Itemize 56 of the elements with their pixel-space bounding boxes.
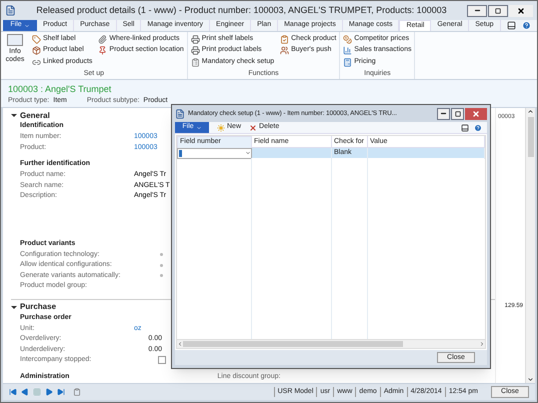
app-icon: [175, 108, 185, 118]
info-codes-icon: [7, 34, 23, 46]
caret-icon: [196, 124, 202, 130]
tag-icon: [32, 34, 41, 44]
previous-record-icon[interactable]: [21, 388, 29, 396]
maximize-icon: [454, 110, 460, 116]
checkbox[interactable]: [158, 356, 166, 364]
clipboard-icon: [190, 58, 200, 66]
help-icon[interactable]: [522, 21, 531, 30]
maximize-button[interactable]: [451, 108, 464, 120]
scroll-right-icon[interactable]: [479, 341, 485, 347]
panel-icon[interactable]: [507, 21, 516, 30]
close-button[interactable]: [509, 4, 533, 16]
section-title[interactable]: Purchase: [20, 301, 56, 313]
link-icon: [32, 58, 41, 66]
expanded-triangle-icon[interactable]: [11, 306, 17, 308]
minimize-icon: [440, 110, 447, 117]
last-record-icon[interactable]: [57, 388, 65, 396]
maximize-button[interactable]: [488, 4, 508, 16]
maximize-icon: [495, 8, 501, 14]
printer-icon: [190, 46, 200, 55]
record-title: 100003 : Angel'S Trumpet: [8, 83, 112, 95]
vertical-scrollbar[interactable]: [525, 108, 535, 383]
panel-icon[interactable]: [461, 124, 469, 132]
package-icon: [32, 46, 41, 55]
text-cursor: [179, 150, 182, 157]
minimize-button[interactable]: [437, 108, 450, 120]
expanded-triangle-icon[interactable]: [11, 114, 17, 117]
calculator-icon: [343, 58, 352, 66]
horizontal-scrollbar[interactable]: [177, 339, 485, 348]
minimize-icon: [474, 7, 480, 14]
printer-icon: [190, 34, 200, 44]
close-icon: [472, 110, 480, 118]
chart-icon: [343, 46, 352, 55]
help-icon[interactable]: [474, 124, 482, 132]
window-title: Released product details (1 - www) - Product number: 100003, ANGEL'S TRUMPET, Products: 100003: [35, 4, 448, 17]
paperclip-icon: [98, 34, 108, 44]
clipboard-icon[interactable]: [73, 388, 81, 396]
scroll-up-icon[interactable]: [527, 108, 534, 115]
delete-icon: [249, 124, 258, 132]
people-icon: [280, 46, 290, 55]
scroll-left-icon[interactable]: [177, 341, 183, 347]
clipboard-check-icon: [280, 34, 290, 44]
caret-icon: [24, 22, 30, 28]
app-icon: [5, 5, 16, 16]
first-record-icon[interactable]: [9, 388, 17, 396]
section-title[interactable]: General: [20, 110, 50, 122]
pin-icon: [98, 46, 108, 55]
close-icon: [517, 6, 525, 14]
coins-icon: [343, 34, 352, 44]
next-record-icon[interactable]: [45, 388, 53, 396]
dropdown-icon: [245, 150, 251, 156]
scroll-down-icon[interactable]: [527, 376, 534, 383]
dropdown-field[interactable]: [177, 148, 252, 158]
minimize-button[interactable]: [467, 4, 487, 16]
new-icon: [217, 124, 225, 132]
